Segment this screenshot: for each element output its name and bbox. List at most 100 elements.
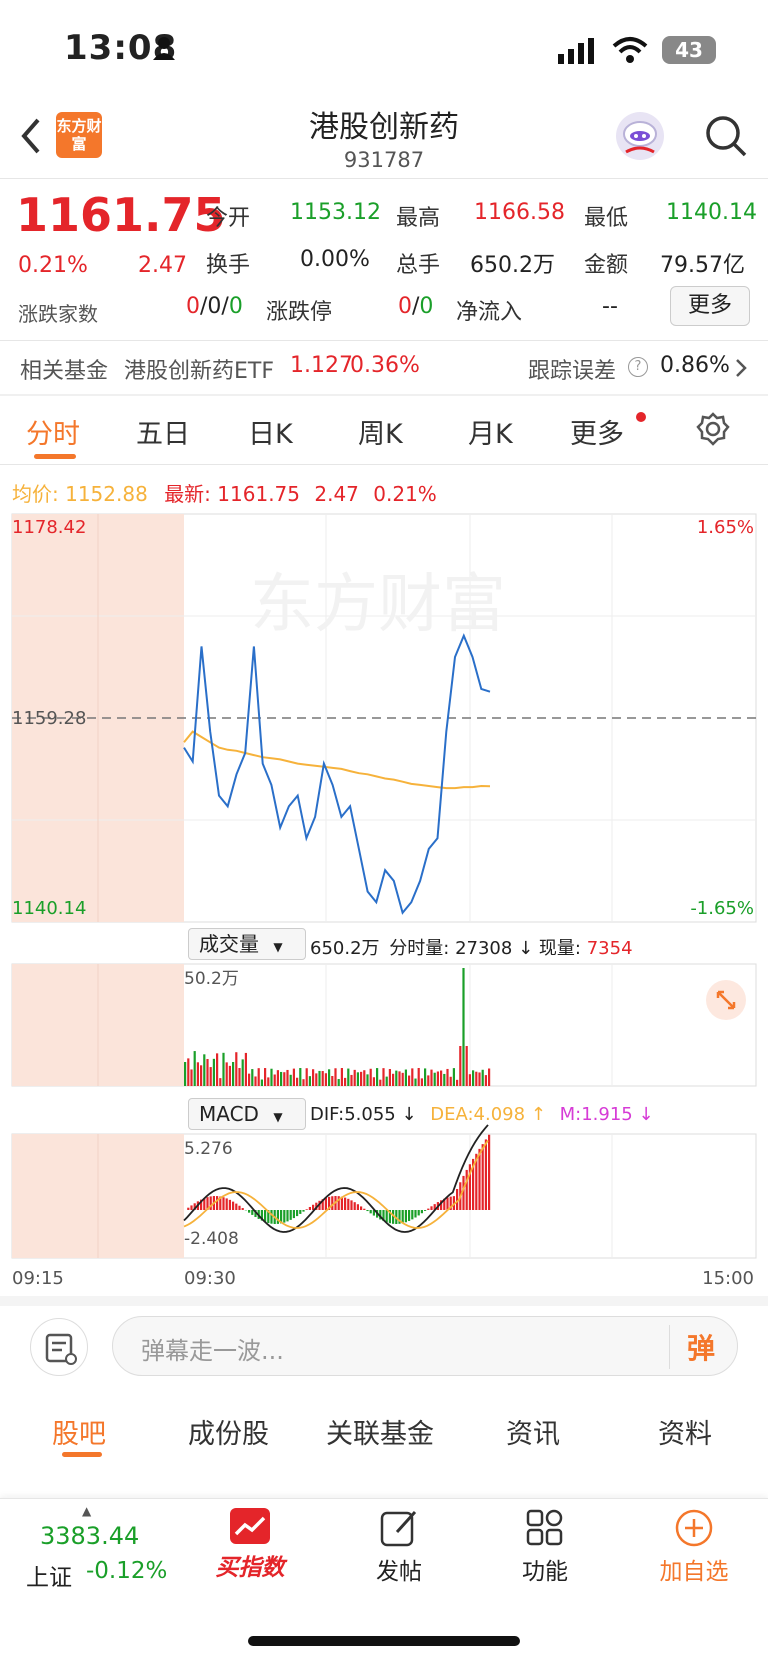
help-icon[interactable]: ?	[628, 357, 648, 377]
macd-bar	[360, 1206, 363, 1210]
volume-selector-label: 成交量	[199, 932, 259, 956]
add-watchlist-button[interactable]: 加自选	[646, 1508, 742, 1592]
price-line	[183, 633, 491, 915]
avg-label: 均价:	[12, 482, 59, 506]
macd-bar	[408, 1210, 411, 1221]
volume-bar	[248, 1073, 251, 1086]
macd-bar	[225, 1198, 228, 1210]
tab-daily-k[interactable]: 日K	[248, 412, 293, 451]
limit-down: 0	[419, 294, 434, 319]
volume-bar	[324, 1073, 327, 1086]
volume-bar	[472, 1070, 475, 1086]
tab-more[interactable]: 更多	[570, 412, 624, 451]
notification-dot	[636, 412, 646, 422]
volume-bar	[228, 1065, 231, 1086]
macd-bar	[324, 1197, 327, 1210]
volume-bar	[340, 1068, 343, 1086]
chevron-right-icon	[734, 358, 748, 382]
buy-index-label: 买指数	[215, 1555, 285, 1581]
volume-bar	[241, 1059, 244, 1086]
macd-bottom-label: -2.408	[184, 1229, 239, 1249]
comment-list-icon[interactable]	[30, 1318, 88, 1376]
volume-indicator-selector[interactable]: 成交量 ▼	[188, 928, 306, 960]
volume-bar	[305, 1068, 308, 1086]
volume-bar	[280, 1071, 283, 1086]
post-button[interactable]: 发帖	[354, 1508, 444, 1592]
macd-bar	[222, 1197, 225, 1210]
volume-bar	[385, 1076, 388, 1086]
market-index-widget[interactable]: ▲ 3383.44 上证 -0.12%	[18, 1504, 188, 1594]
volume-bar	[264, 1068, 267, 1086]
volume-bar	[334, 1068, 337, 1086]
macd-bar	[430, 1206, 433, 1210]
chart-header: 均价: 1152.88 最新: 1161.75 2.47 0.21%	[12, 478, 437, 507]
fund-price: 1.127	[290, 353, 353, 378]
macd-indicator-selector[interactable]: MACD ▼	[188, 1098, 306, 1130]
tab-intraday[interactable]: 分时	[26, 412, 80, 451]
up-triangle-icon: ▲	[82, 1504, 92, 1518]
section-tab-constituents[interactable]: 成份股	[188, 1412, 269, 1451]
axis-top-price: 1178.42	[12, 517, 86, 538]
macd-bar	[232, 1201, 235, 1210]
danmu-input[interactable]: 弹幕走一波... 弹	[112, 1316, 738, 1376]
macd-bar	[187, 1207, 190, 1210]
volume-bar	[212, 1058, 215, 1086]
tab-five-day[interactable]: 五日	[136, 412, 190, 451]
functions-button[interactable]: 功能	[500, 1508, 590, 1592]
volume-bar	[184, 1062, 187, 1086]
macd-bar	[366, 1210, 369, 1212]
volume-bar	[318, 1070, 321, 1086]
volume-bar	[270, 1068, 273, 1086]
section-tab-news[interactable]: 资讯	[506, 1412, 560, 1451]
volume-bar	[209, 1067, 212, 1086]
related-fund-row[interactable]: 相关基金 港股创新药ETF 1.127 0.36% 跟踪误差 ? 0.86%	[0, 340, 768, 394]
index-value: 3383.44	[40, 1522, 140, 1550]
tab-weekly-k[interactable]: 周K	[358, 412, 403, 451]
macd-bar	[465, 1169, 468, 1210]
volume-total: 650.2万	[310, 938, 380, 959]
updown-label: 涨跌家数	[18, 302, 98, 326]
signal-icon	[558, 38, 598, 68]
inflow-value: --	[602, 294, 618, 319]
amount-value: 79.57亿	[660, 253, 745, 278]
volume-bar	[411, 1068, 414, 1086]
macd-top-label: 5.276	[184, 1139, 233, 1159]
macd-bar	[276, 1210, 279, 1224]
volume-bar	[382, 1068, 385, 1086]
tab-monthly-k[interactable]: 月K	[468, 412, 513, 451]
buy-index-button[interactable]: 买指数	[206, 1508, 294, 1592]
add-watchlist-label: 加自选	[659, 1559, 729, 1585]
volume-bar	[216, 1053, 219, 1086]
tab-underline	[34, 454, 76, 459]
fund-pct: 0.36%	[350, 353, 420, 378]
more-button[interactable]: 更多	[670, 286, 750, 326]
high-value: 1166.58	[474, 200, 565, 225]
macd-bar	[481, 1144, 484, 1210]
volume-bar	[337, 1079, 340, 1086]
section-tab-related-funds[interactable]: 关联基金	[326, 1412, 434, 1451]
volume-bar	[219, 1078, 222, 1086]
tracking-value: 0.86%	[660, 353, 730, 378]
expand-icon[interactable]	[706, 980, 746, 1020]
section-tab-guba[interactable]: 股吧	[52, 1412, 106, 1451]
m-value: M:1.915	[559, 1104, 633, 1125]
volume-bar	[254, 1076, 257, 1086]
search-icon[interactable]	[704, 114, 748, 162]
macd-bar	[292, 1210, 295, 1219]
edit-icon	[380, 1510, 417, 1547]
robot-assistant-icon[interactable]	[616, 112, 664, 160]
intraday-chart[interactable]: 东方财富 1178.42 1159.28 1140.14 1.65% -1.65…	[0, 508, 768, 1348]
volume-bar	[196, 1062, 199, 1086]
intraday-vol: 27308	[455, 938, 513, 959]
latest-pct: 0.21%	[373, 482, 437, 506]
section-tab-profile[interactable]: 资料	[658, 1412, 712, 1451]
volume-bar	[331, 1076, 334, 1086]
axis-bottom-pct: -1.65%	[690, 898, 754, 919]
volume-bar	[276, 1070, 279, 1086]
macd-bar	[404, 1210, 407, 1223]
danmu-button[interactable]: 弹	[687, 1327, 715, 1367]
volume-bar	[206, 1059, 209, 1086]
macd-bar	[414, 1210, 417, 1218]
settings-icon[interactable]	[696, 412, 730, 450]
macd-bar	[401, 1210, 404, 1224]
